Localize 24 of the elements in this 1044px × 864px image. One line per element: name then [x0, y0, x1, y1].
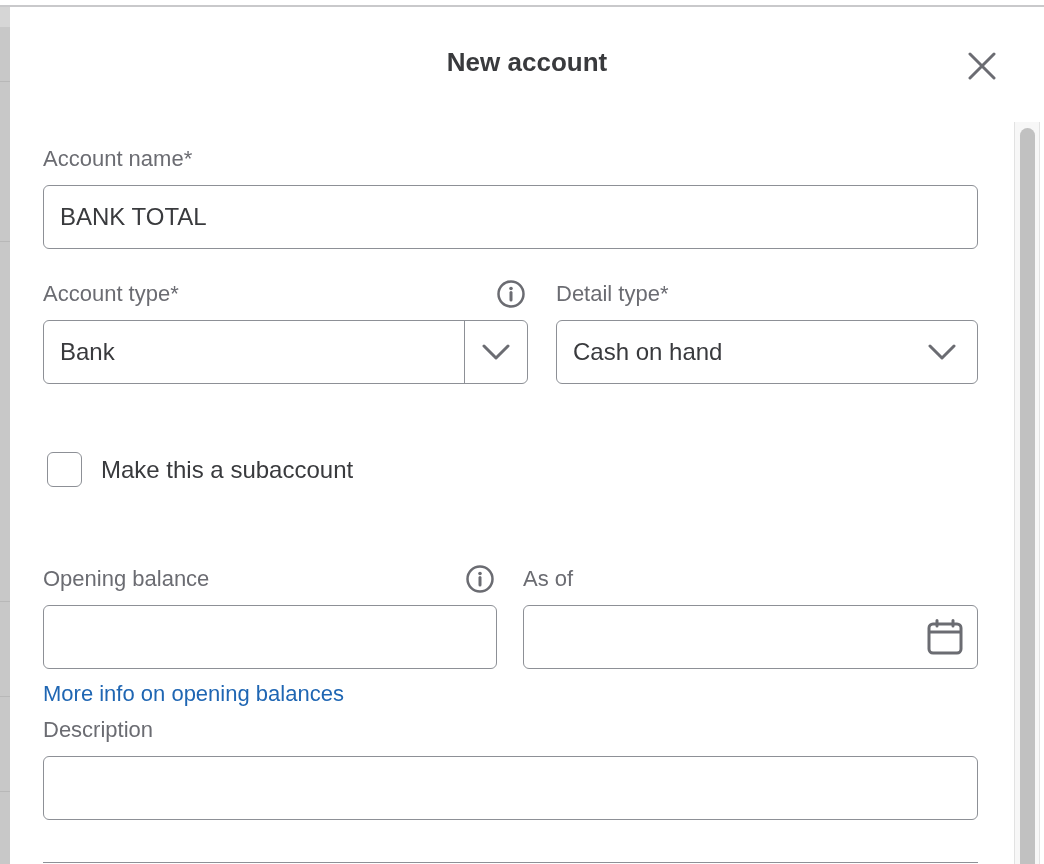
date-field[interactable] [523, 605, 978, 669]
dialog-title: New account [446, 46, 608, 79]
close-icon [968, 52, 996, 80]
field-label: As of [523, 566, 574, 592]
field-label: Opening balance [43, 566, 210, 592]
checkbox[interactable] [47, 452, 82, 487]
field-label: Account type* [43, 281, 179, 307]
detail-type-dropdown[interactable]: Cash on hand [556, 320, 978, 384]
info-icon[interactable] [497, 280, 525, 308]
calendar-icon[interactable] [927, 619, 963, 655]
field-label: Detail type* [556, 281, 669, 307]
opening-balance-field[interactable] [43, 605, 497, 669]
info-icon[interactable] [466, 565, 494, 593]
opening-balances-link[interactable]: More info on opening balances [43, 681, 344, 707]
account-name-field[interactable]: BANK TOTAL [43, 185, 978, 249]
close-button[interactable] [967, 51, 997, 81]
field-label: Account name* [43, 146, 193, 172]
account-type-dropdown[interactable]: Bank [43, 320, 528, 384]
scrollbar-thumb[interactable] [1019, 128, 1035, 864]
checkbox-label[interactable]: Make this a subaccount [101, 455, 354, 484]
chevron-down-icon [482, 344, 510, 360]
field-label: Description [43, 717, 154, 743]
chevron-down-icon [928, 344, 956, 360]
description-field[interactable] [43, 756, 978, 820]
